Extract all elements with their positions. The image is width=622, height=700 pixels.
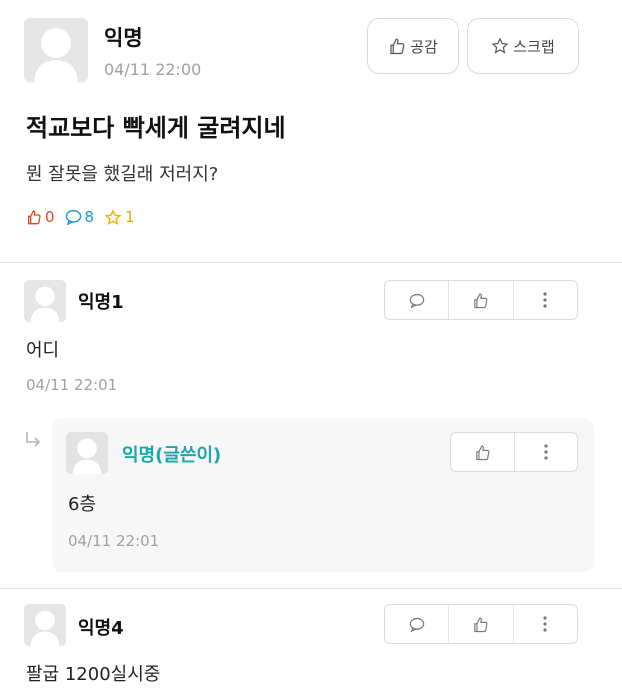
thumbs-up-icon [390, 38, 405, 55]
like-button[interactable]: 공감 [367, 18, 459, 74]
avatar [24, 280, 66, 322]
more-vertical-icon [544, 444, 548, 460]
post-time: 04/11 22:00 [104, 60, 202, 79]
comment-like-button[interactable] [449, 605, 514, 643]
reply-button[interactable] [385, 605, 450, 643]
comment-text: 팔굽 1200실시중 [26, 664, 161, 685]
avatar [66, 432, 108, 474]
star-icon [104, 208, 122, 225]
reply-text: 6층 [68, 494, 97, 515]
avatar [24, 604, 66, 646]
comment-text: 어디 [26, 340, 60, 361]
reply-button[interactable] [385, 281, 450, 319]
scrap-count: 1 [104, 208, 135, 226]
more-vertical-icon [543, 616, 547, 632]
scrap-button[interactable]: 스크랩 [467, 18, 579, 74]
avatar [24, 18, 88, 82]
thumbs-up-icon [474, 293, 488, 308]
more-button[interactable] [515, 433, 578, 471]
reply-time: 04/11 22:01 [68, 532, 160, 550]
star-icon [491, 37, 509, 54]
comment-icon [409, 617, 424, 632]
post-title: 적교보다 빡세게 굴려지네 [26, 114, 286, 142]
comment-actions [384, 604, 578, 644]
thumbs-up-icon [476, 445, 490, 460]
thumbs-up-icon [474, 617, 488, 632]
comment-time: 04/11 22:01 [26, 376, 118, 394]
post-stats: 0 8 1 [26, 208, 145, 226]
comment-author: 익명4 [78, 618, 124, 639]
reply-like-button[interactable] [451, 433, 515, 471]
comment-icon [65, 209, 81, 225]
more-button[interactable] [514, 605, 577, 643]
divider [0, 588, 622, 589]
scrap-button-label: 스크랩 [513, 37, 555, 56]
comment-icon [409, 293, 424, 308]
like-count-value: 0 [45, 208, 55, 226]
post-author: 익명 [104, 26, 143, 50]
reply-arrow-icon [24, 430, 44, 454]
comment-like-button[interactable] [449, 281, 514, 319]
like-count: 0 [26, 208, 55, 226]
post-body: 뭔 잘못을 했길래 저러지? [26, 164, 219, 185]
comment-count: 8 [65, 208, 95, 226]
thumbs-up-icon [28, 210, 41, 225]
reply-author: 익명(글쓴이) [122, 445, 222, 466]
reply-actions [450, 432, 578, 472]
more-vertical-icon [543, 292, 547, 308]
comment-count-value: 8 [84, 208, 95, 226]
comment-author: 익명1 [78, 292, 124, 313]
like-button-label: 공감 [410, 37, 438, 56]
comment-actions [384, 280, 578, 320]
scrap-count-value: 1 [125, 208, 135, 226]
more-button[interactable] [514, 281, 577, 319]
divider [0, 262, 622, 263]
